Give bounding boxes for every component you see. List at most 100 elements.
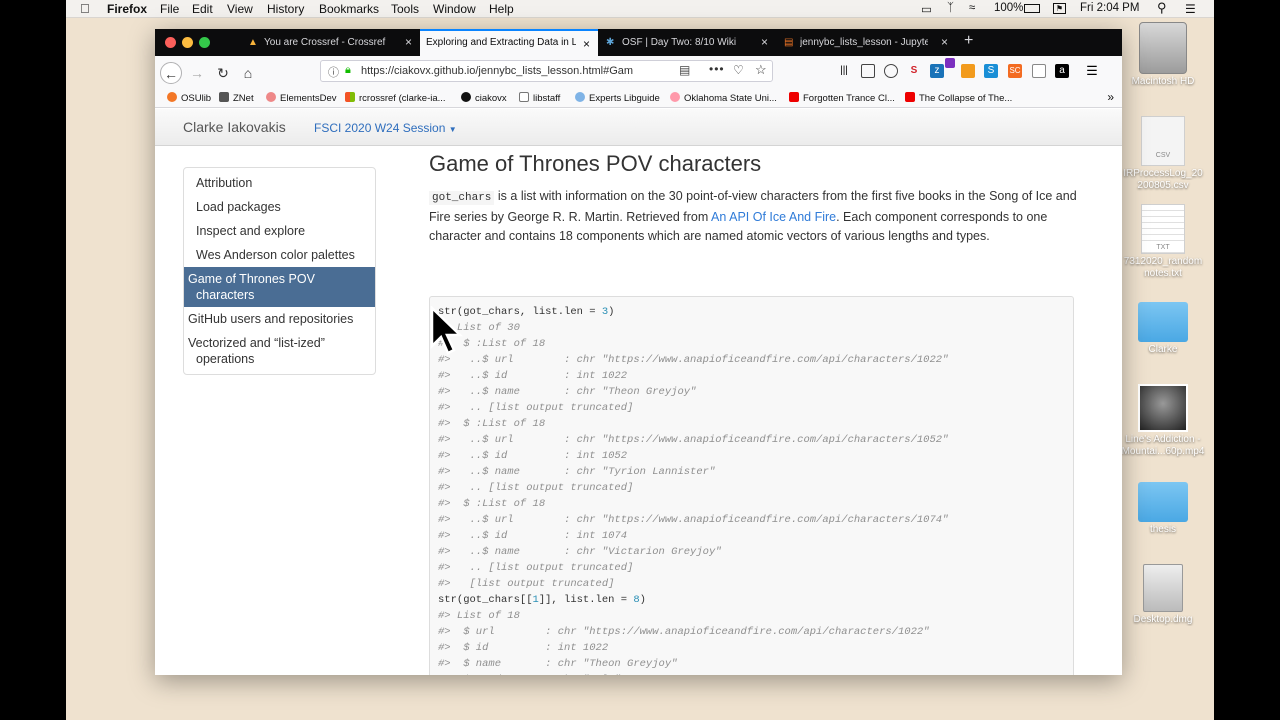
close-tab-icon[interactable]: × — [405, 35, 412, 49]
close-tab-icon[interactable]: × — [583, 37, 590, 51]
page-actions-icon[interactable]: ••• — [709, 62, 725, 76]
extension-doc-icon[interactable] — [1032, 64, 1046, 78]
api-link[interactable]: An API Of Ice And Fire — [711, 210, 836, 224]
toc-item-wes-anderson[interactable]: Wes Anderson color palettes — [184, 243, 375, 267]
table-of-contents: Attribution Load packages Inspect and ex… — [183, 167, 376, 375]
desktop-icon-csv[interactable]: CSV IRProcessLog_20 200805.csv — [1115, 116, 1211, 192]
bookmark-item[interactable]: libstaff — [519, 92, 560, 104]
toc-item-load-packages[interactable]: Load packages — [184, 195, 375, 219]
spotlight-search-icon[interactable]: ⚲ — [1157, 0, 1167, 16]
csv-file-icon: CSV — [1141, 116, 1185, 166]
code-output-line: #> List of 30 — [438, 322, 520, 334]
text-file-icon: TXT — [1141, 204, 1185, 254]
toc-item-attribution[interactable]: Attribution — [184, 171, 375, 195]
desktop-icon-txt[interactable]: TXT 7312020_random notes.txt — [1115, 204, 1211, 280]
bookmark-label: Forgotten Trance Cl... — [803, 93, 895, 104]
bookmark-item[interactable]: OSUlib — [167, 92, 211, 104]
jupyter-favicon-icon: ▤ — [784, 37, 794, 48]
file-type-badge: CSV — [1155, 152, 1171, 159]
close-tab-icon[interactable]: × — [941, 35, 948, 49]
zoom-window-button[interactable] — [199, 37, 210, 48]
menu-edit[interactable]: Edit — [192, 2, 213, 16]
bookmark-item[interactable]: ciakovx — [461, 92, 507, 104]
code-output-line: #> $ :List of 18 — [438, 498, 546, 510]
battery-icon[interactable] — [1024, 4, 1040, 13]
lock-icon[interactable]: 🔒︎ — [345, 64, 351, 77]
airplay-icon[interactable]: ▭ — [921, 2, 932, 16]
tab-exploring-data[interactable]: Exploring and Extracting Data in Lis × — [420, 29, 598, 56]
bookmark-item[interactable]: The Collapse of The... — [905, 92, 1012, 104]
menu-file[interactable]: File — [160, 2, 179, 16]
tab-crossref[interactable]: ▲ You are Crossref - Crossref × — [240, 29, 420, 56]
desktop-icon-video[interactable]: Line's Addiction - Mountai...60p.mp4 — [1115, 384, 1211, 458]
session-dropdown[interactable]: FSCI 2020 W24 Session ▼ — [314, 121, 457, 135]
close-window-button[interactable] — [165, 37, 176, 48]
toc-item-vectorized-operations[interactable]: Vectorized and “list-ized” operations — [184, 331, 375, 371]
desktop-icon-thesis-folder[interactable]: thesis — [1115, 478, 1211, 536]
forward-button[interactable]: → — [186, 62, 208, 84]
back-button[interactable]: ← — [160, 62, 182, 84]
bookmark-favicon-icon — [266, 92, 276, 102]
site-info-icon[interactable]: ⓘ — [328, 64, 339, 80]
close-tab-icon[interactable]: × — [761, 35, 768, 49]
minimize-window-button[interactable] — [182, 37, 193, 48]
extension-blue-icon[interactable]: S — [984, 64, 998, 78]
extension-badge-icon[interactable] — [945, 58, 955, 68]
code-output-line: #> $ :List of 18 — [438, 418, 546, 430]
extension-s-icon[interactable]: S — [907, 64, 921, 78]
account-icon[interactable] — [884, 64, 898, 78]
menu-help[interactable]: Help — [489, 2, 514, 16]
code-output-line: #> List of 18 — [438, 610, 520, 622]
home-button[interactable]: ⌂ — [237, 62, 259, 84]
desktop-icon-macintosh-hd[interactable]: Macintosh HD — [1115, 22, 1211, 88]
desktop-icon-dmg[interactable]: Desktop.dmg — [1115, 564, 1211, 626]
bluetooth-icon[interactable]: ᛉ — [947, 2, 954, 14]
extension-black-icon[interactable]: a — [1055, 64, 1069, 78]
url-bar[interactable]: ⓘ 🔒︎ https://ciakovx.github.io/jennybc_l… — [320, 60, 773, 82]
tab-bar: ▲ You are Crossref - Crossref × Explorin… — [155, 29, 1122, 56]
clock[interactable]: Fri 2:04 PM — [1080, 2, 1139, 14]
extension-zotero-icon[interactable]: z — [930, 64, 944, 78]
bookmark-item[interactable]: rcrossref (clarke-ia... — [345, 92, 446, 104]
extension-orange-icon[interactable] — [961, 64, 975, 78]
notification-center-icon[interactable]: ☰ — [1185, 2, 1196, 16]
bookmark-star-icon[interactable]: ☆ — [755, 62, 767, 78]
menu-firefox[interactable]: Firefox — [107, 2, 147, 16]
code-output-line: #> $ id : int 1022 — [438, 642, 609, 654]
bookmark-item[interactable]: Oklahoma State Uni... — [670, 92, 777, 104]
hamburger-menu-icon[interactable]: ☰ — [1085, 64, 1099, 78]
bookmark-item[interactable]: Experts Libguide — [575, 92, 660, 104]
apple-icon[interactable]:  — [80, 1, 90, 16]
menu-bookmarks[interactable]: Bookmarks — [319, 2, 379, 16]
code-output-line: #> [list output truncated] — [438, 578, 615, 590]
desktop-icon-clarke-folder[interactable]: Clarke — [1115, 298, 1211, 356]
menu-window[interactable]: Window — [433, 2, 476, 16]
menu-history[interactable]: History — [267, 2, 304, 16]
code-output-line: #> $ url : chr "https://www.anapioficean… — [438, 626, 930, 638]
code-output-line: #> .. [list output truncated] — [438, 402, 634, 414]
sidebar-icon[interactable] — [861, 64, 875, 78]
bookmark-item[interactable]: ElementsDev — [266, 92, 337, 104]
bookmark-item[interactable]: ZNet — [219, 92, 254, 104]
reader-view-icon[interactable]: ▤ — [679, 63, 690, 77]
flag-icon[interactable]: ⚑ — [1053, 3, 1066, 14]
toc-item-github-users[interactable]: GitHub users and repositories — [184, 307, 375, 331]
tab-osf-wiki[interactable]: ✱ OSF | Day Two: 8/10 Wiki × — [598, 29, 776, 56]
bookmark-item[interactable]: Forgotten Trance Cl... — [789, 92, 895, 104]
more-bookmarks-icon[interactable]: » — [1107, 90, 1114, 104]
url-text[interactable]: https://ciakovx.github.io/jennybc_lists_… — [361, 65, 651, 77]
extension-sc-icon[interactable]: SC — [1008, 64, 1022, 78]
reload-button[interactable]: ↻ — [212, 62, 234, 84]
menu-view[interactable]: View — [227, 2, 253, 16]
toc-item-game-of-thrones[interactable]: Game of Thrones POV characters — [184, 267, 375, 307]
bookmark-label: OSUlib — [181, 93, 212, 104]
library-icon[interactable]: ||| — [837, 64, 851, 78]
menu-tools[interactable]: Tools — [391, 2, 419, 16]
bookmark-label: ZNet — [233, 93, 254, 104]
site-brand[interactable]: Clarke Iakovakis — [183, 119, 286, 135]
new-tab-button[interactable]: + — [964, 32, 973, 50]
toc-item-inspect-explore[interactable]: Inspect and explore — [184, 219, 375, 243]
wifi-icon[interactable]: ≈ — [969, 2, 975, 14]
pocket-icon[interactable]: ♡ — [733, 63, 744, 77]
tab-jupyter[interactable]: ▤ jennybc_lists_lesson - Jupyter × — [776, 29, 956, 56]
